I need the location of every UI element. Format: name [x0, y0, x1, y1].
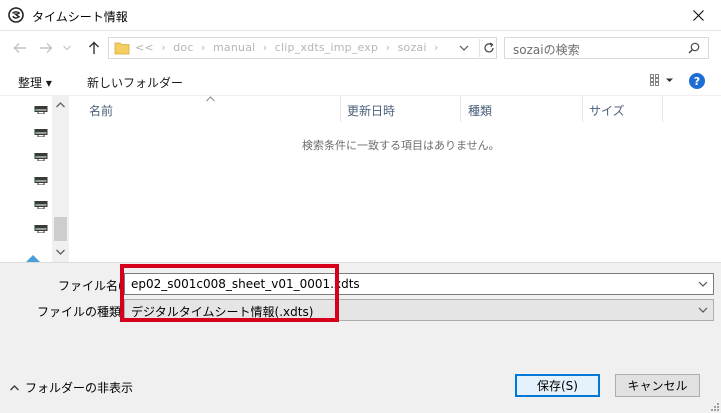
view-options-button[interactable]: [650, 74, 676, 89]
file-list[interactable]: 名前 更新日時 種類 サイズ 検索条件に一致する項目はありません。: [70, 96, 721, 262]
navigation-scrollbar[interactable]: [52, 96, 69, 262]
breadcrumb-manual[interactable]: manual: [213, 41, 255, 54]
column-header-type[interactable]: 種類: [468, 102, 492, 119]
breadcrumb-doc[interactable]: doc: [173, 41, 193, 54]
search-placeholder: sozaiの検索: [513, 43, 580, 57]
empty-folder-message: 検索条件に一致する項目はありません。: [302, 139, 500, 152]
view-list-icon: [650, 74, 673, 86]
chevron-down-icon: [63, 45, 71, 51]
help-button[interactable]: ?: [689, 73, 705, 89]
refresh-icon: [483, 42, 494, 53]
drive-icon[interactable]: [34, 151, 48, 161]
column-divider[interactable]: [460, 96, 461, 122]
address-path[interactable]: << › doc › manual › clip_xdts_imp_exp › …: [135, 41, 439, 54]
close-icon: [692, 10, 704, 21]
refresh-button[interactable]: [479, 39, 497, 57]
cancel-button[interactable]: キャンセル: [615, 374, 700, 397]
forward-button[interactable]: [38, 40, 54, 56]
drive-icon[interactable]: [34, 127, 48, 137]
scrollbar-thumb[interactable]: [54, 217, 67, 241]
column-divider[interactable]: [662, 96, 663, 122]
search-box[interactable]: sozaiの検索: [504, 37, 709, 59]
chevron-down-icon[interactable]: [56, 249, 65, 255]
recent-locations-button[interactable]: [62, 40, 72, 56]
breadcrumb-sozai[interactable]: sozai: [398, 41, 427, 54]
app-icon: [8, 7, 24, 23]
column-divider[interactable]: [340, 96, 341, 122]
resize-grip-icon[interactable]: [709, 401, 719, 411]
drive-icon[interactable]: [34, 175, 48, 185]
arrow-left-icon: [13, 43, 26, 53]
drive-icon[interactable]: [34, 104, 48, 114]
column-header-name[interactable]: 名前: [89, 102, 113, 119]
filename-value: ep02_s001c008_sheet_v01_0001.xdts: [131, 277, 360, 291]
close-button[interactable]: [675, 0, 721, 31]
command-bar: 整理 ▾ 新しいフォルダー: [0, 66, 721, 96]
sort-ascending-icon: [206, 96, 215, 102]
filetype-value: デジタルタイムシート情報(.xdts): [131, 305, 314, 319]
folder-icon: [114, 42, 130, 55]
title-bar: タイムシート情報: [0, 0, 721, 31]
column-divider[interactable]: [582, 96, 583, 122]
hide-folders-label: フォルダーの非表示: [25, 381, 134, 395]
network-icon[interactable]: [24, 252, 42, 262]
chevron-down-icon[interactable]: [698, 278, 708, 290]
chevron-up-icon: [10, 384, 19, 390]
drive-icon[interactable]: [34, 199, 48, 209]
up-button[interactable]: [86, 40, 102, 56]
arrow-up-icon: [89, 41, 99, 54]
chevron-up-icon[interactable]: [56, 102, 65, 108]
help-icon: ?: [693, 74, 701, 88]
organize-button[interactable]: 整理 ▾: [18, 74, 52, 91]
hide-folders-toggle[interactable]: フォルダーの非表示: [10, 379, 133, 396]
address-bar[interactable]: << › doc › manual › clip_xdts_imp_exp › …: [108, 37, 497, 59]
filename-input[interactable]: ep02_s001c008_sheet_v01_0001.xdts: [124, 273, 714, 295]
column-header-size[interactable]: サイズ: [589, 102, 625, 119]
breadcrumb-overflow[interactable]: <<: [135, 41, 154, 54]
chevron-down-icon[interactable]: [459, 41, 469, 55]
save-button[interactable]: 保存(S): [515, 374, 600, 397]
arrow-right-icon: [40, 43, 53, 53]
drive-icon[interactable]: [34, 223, 48, 233]
column-header-modified[interactable]: 更新日時: [347, 102, 395, 119]
chevron-down-icon[interactable]: [698, 304, 708, 316]
filetype-select[interactable]: デジタルタイムシート情報(.xdts): [124, 299, 714, 321]
window-title: タイムシート情報: [32, 10, 128, 24]
search-icon[interactable]: [688, 42, 700, 54]
back-button[interactable]: [12, 40, 28, 56]
new-folder-button[interactable]: 新しいフォルダー: [87, 74, 183, 91]
breadcrumb-clip-xdts[interactable]: clip_xdts_imp_exp: [275, 41, 378, 54]
